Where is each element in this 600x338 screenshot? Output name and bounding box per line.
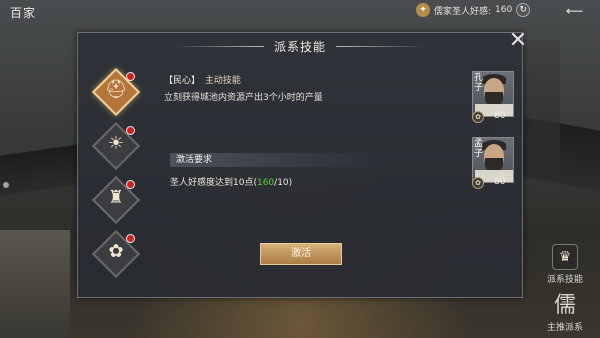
favor-display: ✦ 儒家圣人好感: 160 ↻ <box>416 2 531 18</box>
title-divider <box>336 45 426 47</box>
skill-book-icon: ♛ <box>552 244 578 270</box>
lotus-icon: ✿ <box>472 177 484 189</box>
skill-list: ⛑ ☀ ♜ ✿ <box>91 67 141 285</box>
info-icon[interactable]: ↻ <box>516 3 531 17</box>
back-arrow-icon: ⟵ <box>566 4 584 18</box>
background-pillar <box>0 230 70 338</box>
faction-skill-button[interactable]: ♛ 派系技能 <box>540 244 590 285</box>
requirement-current: 160 <box>256 178 275 188</box>
skill-slot-sunrise[interactable]: ☀ <box>91 121 141 177</box>
close-icon[interactable]: ✕ <box>506 29 530 53</box>
panel-header: 派系技能 <box>78 33 522 59</box>
tower-icon: ♜ <box>107 187 125 208</box>
skill-slot-tower[interactable]: ♜ <box>91 175 141 231</box>
panel-title: 派系技能 <box>273 39 326 54</box>
main-faction-label: 主推派系 <box>546 323 583 333</box>
notification-dot <box>126 72 135 81</box>
skill-description: 立刻获得城池内资源产出3个小时的产量 <box>164 93 323 103</box>
requirement-prefix: 圣人好感度达到10点( <box>170 178 257 188</box>
notification-dot <box>126 234 135 243</box>
sage-card[interactable]: 孔子 ✿ 80 <box>470 69 516 133</box>
page-title: 百家 <box>10 6 37 20</box>
back-button[interactable]: ⟵ <box>566 4 596 18</box>
sage-value: 80 <box>494 177 506 187</box>
requirement-header: 激活要求 <box>170 153 380 167</box>
skill-title: 【民心】 <box>164 76 201 86</box>
faction-skill-panel: 派系技能 ✕ ⛑ ☀ ♜ ✿ 【民心】 主动技能 立刻获得城池内资源产出3个小时… <box>77 29 527 298</box>
sage-value: 80 <box>494 111 506 121</box>
notification-dot <box>126 126 135 135</box>
requirement-text: 圣人好感度达到10点(160/10) <box>170 175 292 188</box>
sunrise-icon: ☀ <box>107 133 125 154</box>
skill-type: 主动技能 <box>204 76 241 86</box>
favor-value: 160 <box>495 5 513 15</box>
skill-slot-people[interactable]: ⛑ <box>91 67 141 123</box>
requirement-suffix: /10) <box>274 178 293 188</box>
sage-name: 孟子 <box>474 139 484 159</box>
main-faction-button[interactable]: 儒 主推派系 <box>540 288 590 333</box>
sage-card[interactable]: 孟子 ✿ 80 <box>470 135 516 199</box>
confucian-emblem-icon: 儒 <box>553 293 576 318</box>
lotus-icon: ✿ <box>472 111 484 123</box>
title-divider <box>173 45 264 47</box>
sage-list: 孔子 ✿ 80 孟子 ✿ 80 <box>470 69 516 201</box>
skill-name: 【民心】 主动技能 <box>164 73 464 86</box>
skill-slot-fan[interactable]: ✿ <box>91 229 141 285</box>
background-roof <box>0 144 80 196</box>
skill-detail: 【民心】 主动技能 立刻获得城池内资源产出3个小时的产量 <box>164 73 464 103</box>
fan-icon: ✿ <box>108 241 124 262</box>
favor-label: 儒家圣人好感: <box>434 6 492 17</box>
faction-skill-label: 派系技能 <box>546 275 583 285</box>
favor-icon: ✦ <box>416 3 430 17</box>
side-ornament <box>0 175 12 195</box>
sage-name: 孔子 <box>474 73 484 93</box>
notification-dot <box>126 180 135 189</box>
people-icon: ⛑ <box>104 79 128 100</box>
activate-button[interactable]: 激活 <box>260 243 342 265</box>
